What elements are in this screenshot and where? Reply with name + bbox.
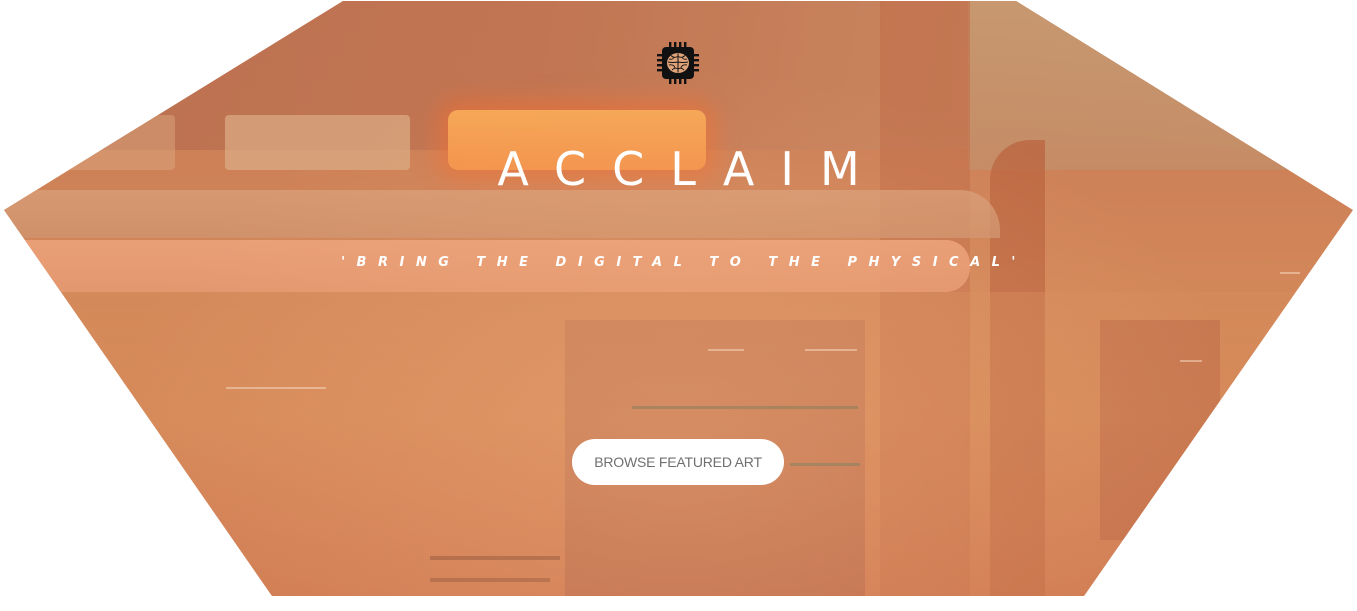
browse-featured-art-button[interactable]: BROWSE FEATURED ART — [572, 439, 784, 485]
page-tagline: 'BRING THE DIGITAL TO THE PHYSICAL' — [341, 255, 1027, 270]
page: ACCLAIM 'BRING THE DIGITAL TO THE PHYSIC… — [0, 0, 1357, 611]
page-title: ACCLAIM — [497, 142, 886, 196]
hero-content: ACCLAIM 'BRING THE DIGITAL TO THE PHYSIC… — [4, 1, 1353, 596]
chip-brain-icon[interactable] — [657, 42, 699, 84]
hero-banner: ACCLAIM 'BRING THE DIGITAL TO THE PHYSIC… — [4, 1, 1353, 596]
